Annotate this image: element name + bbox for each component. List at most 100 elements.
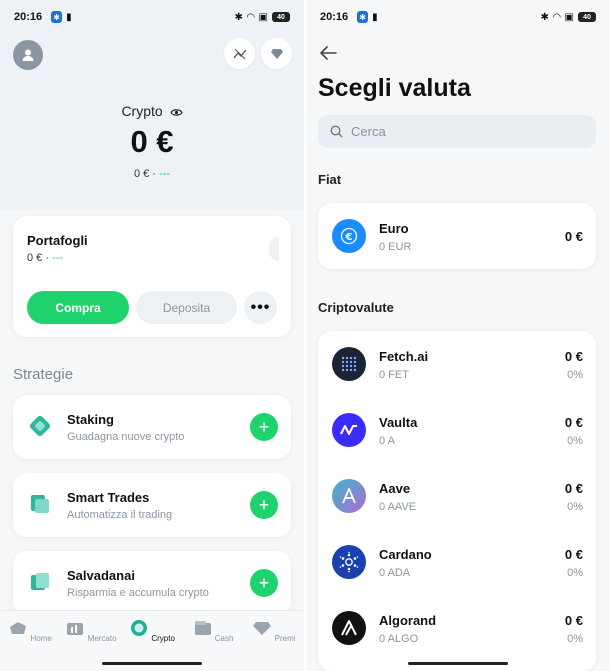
crypto-section-title: Criptovalute xyxy=(318,300,394,315)
strategy-subtitle: Guadagna nuove crypto xyxy=(67,431,185,443)
tab-premi[interactable]: Premi xyxy=(244,619,304,643)
smart-trades-icon xyxy=(31,495,49,513)
strategy-staking[interactable]: Staking Guadagna nuove crypto + xyxy=(13,395,291,459)
strategy-smart-trades[interactable]: Smart Trades Automatizza il trading + xyxy=(13,473,291,537)
chart-icon xyxy=(232,48,246,59)
currency-row-cardano[interactable]: Cardano 0 ADA 0 € 0% xyxy=(318,529,596,595)
alert-icon: ▮ xyxy=(372,11,378,23)
deposit-button[interactable]: Deposita xyxy=(136,291,237,324)
back-arrow-icon[interactable] xyxy=(318,44,338,62)
buy-button[interactable]: Compra xyxy=(27,291,129,324)
currency-row-algorand[interactable]: Algorand 0 ALGO 0 € 0% xyxy=(318,595,596,661)
home-indicator xyxy=(102,662,202,665)
home-icon xyxy=(10,622,27,634)
balance-change: 0 € · --- xyxy=(0,168,304,180)
battery-icon: 40 xyxy=(578,12,596,22)
strategy-salvadanai[interactable]: Salvadanai Risparmia e accumula crypto + xyxy=(13,551,291,615)
crypto-home-screen: 20:16 ✱ ▮ ✱ ◠ ▣ 40 Crypto 0 € 0 € · --- … xyxy=(0,0,304,671)
currency-row-vaulta[interactable]: Vaulta 0 A 0 € 0% xyxy=(318,397,596,463)
tab-label: Cash xyxy=(214,634,234,643)
notification-icon: ✱ xyxy=(357,11,369,23)
currency-name: Algorand xyxy=(379,613,437,628)
diamond-icon xyxy=(270,48,283,59)
currency-amount: 0 FET xyxy=(379,369,409,381)
status-time: 20:16 xyxy=(14,11,43,23)
add-salvadanai-button[interactable]: + xyxy=(250,569,278,597)
diamond-button[interactable] xyxy=(261,38,292,69)
strategy-title: Salvadanai xyxy=(67,568,135,583)
strategy-title: Smart Trades xyxy=(67,490,150,505)
cash-icon xyxy=(194,621,211,635)
nfc-icon: ▣ xyxy=(258,11,268,23)
currency-name: Fetch.ai xyxy=(379,349,429,364)
currency-name: Cardano xyxy=(379,547,432,562)
add-staking-button[interactable]: + xyxy=(250,413,278,441)
currency-change: 0% xyxy=(567,435,583,447)
tab-label: Mercato xyxy=(87,634,117,643)
currency-change: 0% xyxy=(567,369,583,381)
currency-change: 0% xyxy=(567,501,583,513)
staking-icon xyxy=(29,415,51,437)
wifi-icon: ◠ xyxy=(552,11,561,23)
strategy-subtitle: Automatizza il trading xyxy=(67,509,173,521)
tab-mercato[interactable]: Mercato xyxy=(61,619,121,643)
vaulta-icon xyxy=(332,413,366,447)
tab-label: Premi xyxy=(274,634,296,643)
eye-icon[interactable] xyxy=(169,104,183,120)
tab-home[interactable]: Home xyxy=(0,619,60,643)
currency-row-aave[interactable]: Aave 0 AAVE 0 € 0% xyxy=(318,463,596,529)
alert-icon: ▮ xyxy=(66,11,72,23)
strategies-title: Strategie xyxy=(13,366,74,383)
page-title: Scegli valuta xyxy=(318,74,471,102)
more-options-button[interactable]: ••• xyxy=(244,291,277,324)
tab-crypto[interactable]: Crypto xyxy=(122,619,182,643)
fetch-ai-icon xyxy=(332,347,366,381)
currency-row-euro[interactable]: € Euro 0 EUR 0 € xyxy=(318,203,596,269)
strategy-title: Staking xyxy=(67,412,114,427)
cardano-icon xyxy=(332,545,366,579)
search-icon xyxy=(330,125,343,138)
profile-avatar[interactable] xyxy=(13,40,43,70)
piggy-bank-icon xyxy=(31,573,49,590)
nfc-icon: ▣ xyxy=(564,11,574,23)
currency-value: 0 € xyxy=(564,481,583,496)
svg-text:€: € xyxy=(345,232,353,243)
status-bar: 20:16 ✱ ▮ ✱ ◠ ▣ 40 xyxy=(306,0,610,34)
status-bar: 20:16 ✱ ▮ ✱ ◠ ▣ 40 xyxy=(0,0,304,34)
search-bar[interactable] xyxy=(318,115,596,148)
tab-label: Home xyxy=(30,634,52,643)
currency-row-fetch-ai[interactable]: Fetch.ai 0 FET 0 € 0% xyxy=(318,331,596,397)
add-smart-trades-button[interactable]: + xyxy=(250,491,278,519)
fiat-list: € Euro 0 EUR 0 € xyxy=(318,203,596,269)
search-input[interactable] xyxy=(351,124,551,139)
status-time: 20:16 xyxy=(320,11,349,23)
balance-sub-change: --- xyxy=(159,168,171,180)
analytics-button[interactable] xyxy=(224,38,255,69)
currency-change: 0% xyxy=(567,567,583,579)
algorand-icon xyxy=(332,611,366,645)
currency-name: Vaulta xyxy=(379,415,418,430)
currency-amount: 0 ADA xyxy=(379,567,411,579)
currency-value: 0 € xyxy=(564,415,583,430)
crypto-icon xyxy=(131,620,148,636)
currency-value: 0 € xyxy=(564,349,583,364)
bottom-tab-bar: Home Mercato Crypto Cash Premi xyxy=(0,610,304,671)
currency-value: 0 € xyxy=(564,547,583,562)
wallet-card[interactable]: Portafogli 0 € · --- Compra Deposita ••• xyxy=(13,216,291,337)
wallet-carousel-peek xyxy=(269,237,279,261)
tab-label: Crypto xyxy=(151,634,175,643)
currency-amount: 0 EUR xyxy=(379,241,412,253)
market-icon xyxy=(67,623,84,635)
currency-change: 0% xyxy=(567,633,583,645)
currency-value: 0 € xyxy=(564,613,583,628)
tab-cash[interactable]: Cash xyxy=(183,619,243,643)
home-indicator xyxy=(408,662,508,665)
strategy-subtitle: Risparmia e accumula crypto xyxy=(67,587,209,599)
currency-name: Euro xyxy=(379,221,409,236)
bluetooth-icon: ✱ xyxy=(234,11,243,23)
wallet-value-amount: 0 € · xyxy=(27,252,53,264)
battery-icon: 40 xyxy=(272,12,290,22)
rewards-icon xyxy=(253,622,272,635)
balance-label: Crypto xyxy=(121,103,163,119)
choose-currency-screen: 20:16 ✱ ▮ ✱ ◠ ▣ 40 Scegli valuta Fiat € … xyxy=(306,0,610,671)
